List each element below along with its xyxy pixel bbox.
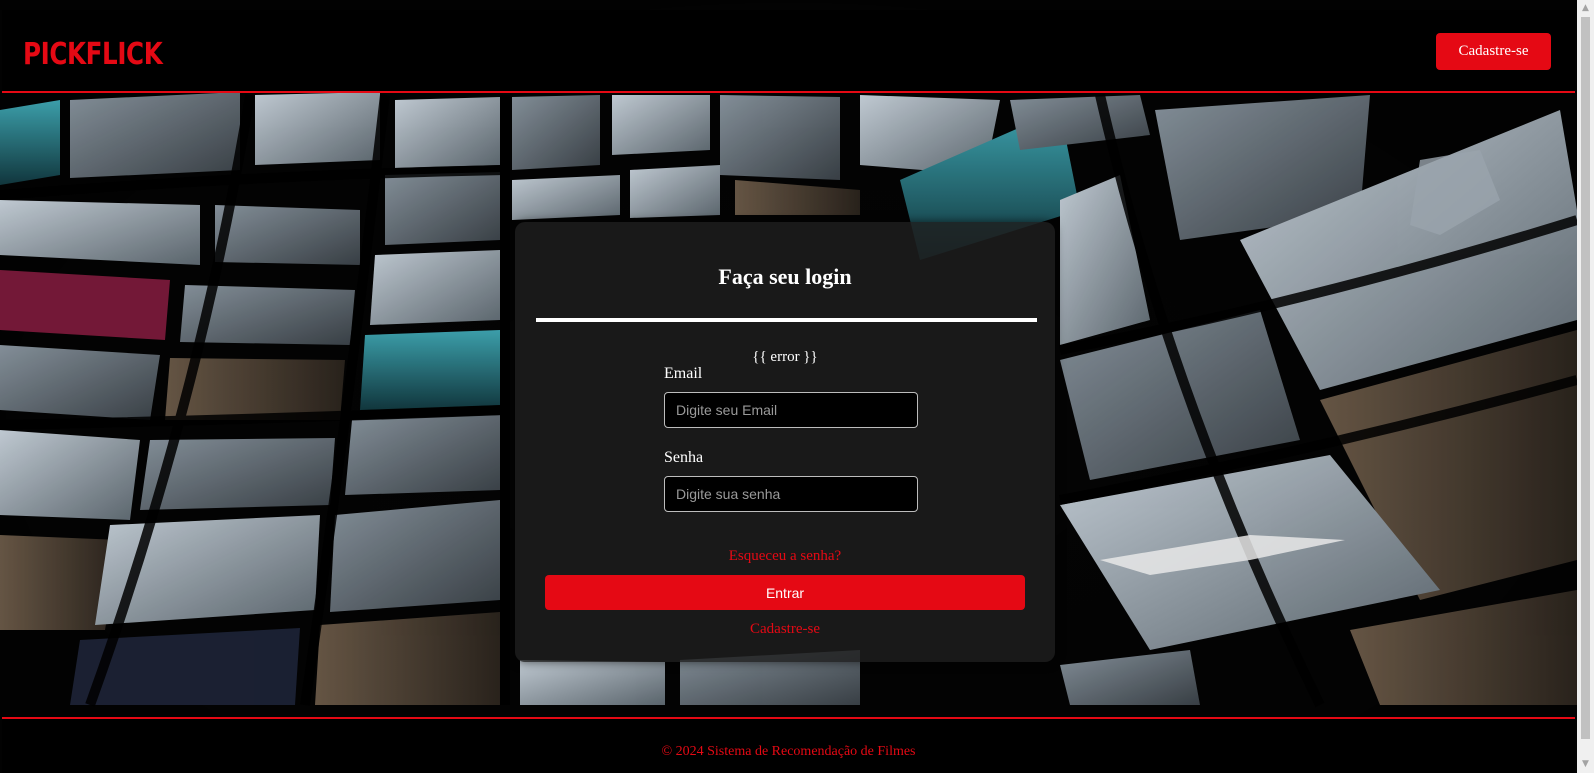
password-label: Senha xyxy=(664,449,704,466)
email-label: Email xyxy=(664,365,703,382)
header-signup-button[interactable]: Cadastre-se xyxy=(1436,33,1551,70)
login-card: Faça seu login {{ error }} Email Senha E… xyxy=(515,222,1055,662)
footer: © 2024 Sistema de Recomendação de Filmes xyxy=(2,717,1575,773)
login-title: Faça seu login xyxy=(718,264,852,289)
scroll-down-arrow-icon[interactable]: ▼ xyxy=(1577,756,1594,773)
scroll-up-arrow-icon[interactable]: ▲ xyxy=(1577,0,1594,17)
login-submit-button[interactable]: Entrar xyxy=(545,575,1025,610)
forgot-password-link[interactable]: Esqueceu a senha? xyxy=(515,548,1055,565)
password-input[interactable] xyxy=(664,476,918,512)
email-input[interactable] xyxy=(664,392,918,428)
top-navbar: PICKFLICK Cadastre-se xyxy=(2,10,1575,93)
title-divider xyxy=(536,318,1037,322)
card-signup-link[interactable]: Cadastre-se xyxy=(515,621,1055,638)
footer-copyright: © 2024 Sistema de Recomendação de Filmes xyxy=(661,744,916,759)
scrollbar-thumb[interactable] xyxy=(1581,17,1590,739)
vertical-scrollbar[interactable]: ▲ ▼ xyxy=(1577,0,1594,773)
error-message: {{ error }} xyxy=(752,349,818,365)
pickflick-logo[interactable]: PICKFLICK xyxy=(23,37,163,72)
